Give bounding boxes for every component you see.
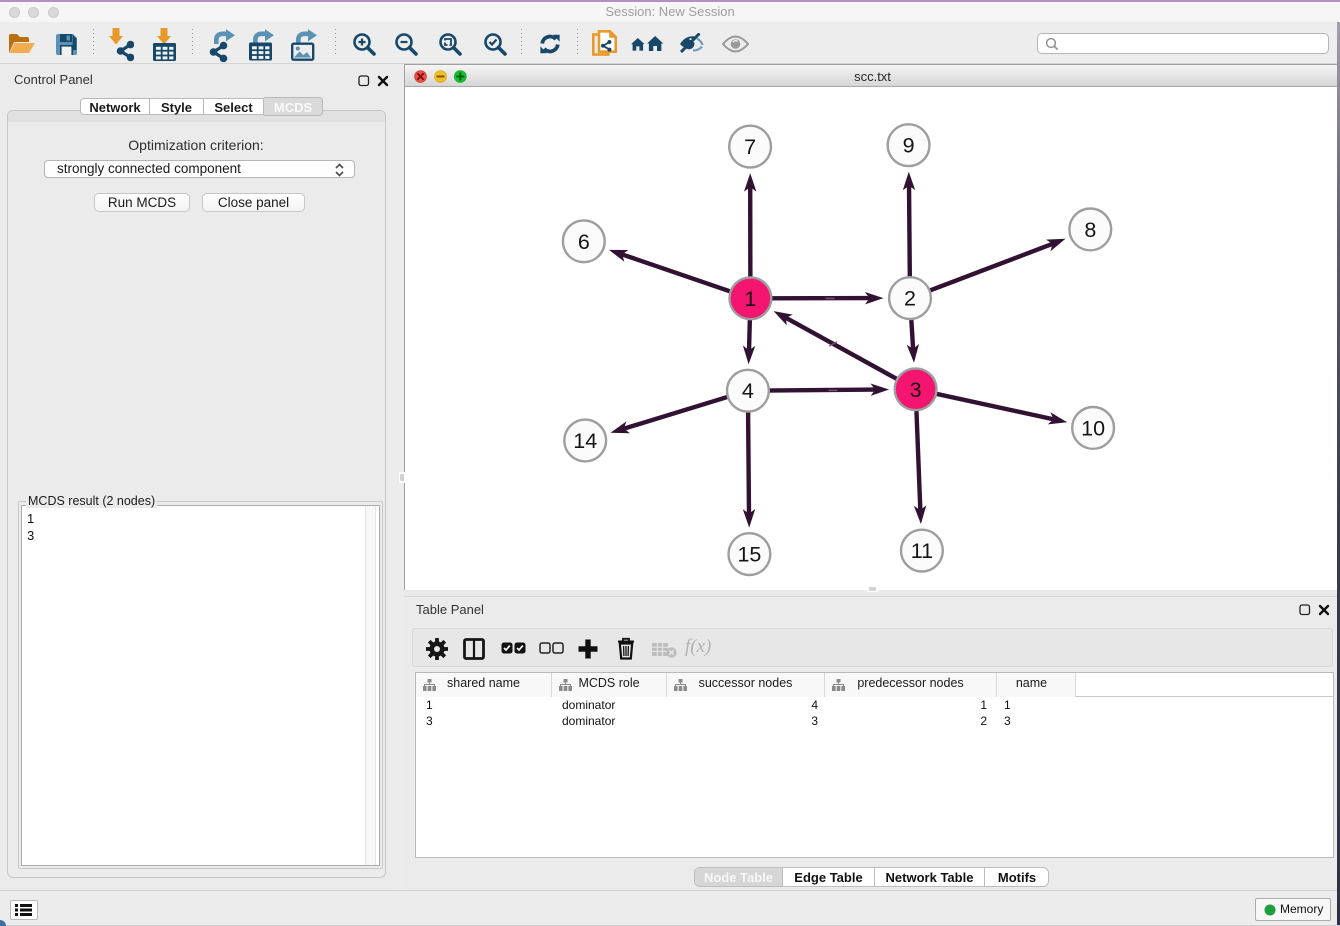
svg-text:14: 14 (573, 429, 597, 453)
svg-text:6: 6 (578, 230, 590, 254)
svg-text:2: 2 (904, 287, 916, 311)
svg-text:11: 11 (911, 539, 933, 563)
svg-text:4: 4 (742, 379, 754, 403)
svg-text:15: 15 (737, 543, 761, 567)
svg-text:1: 1 (744, 287, 756, 311)
svg-text:9: 9 (903, 134, 915, 158)
svg-text:7: 7 (744, 135, 756, 159)
svg-text:8: 8 (1084, 218, 1096, 242)
svg-text:3: 3 (910, 378, 922, 402)
svg-text:10: 10 (1081, 416, 1105, 440)
